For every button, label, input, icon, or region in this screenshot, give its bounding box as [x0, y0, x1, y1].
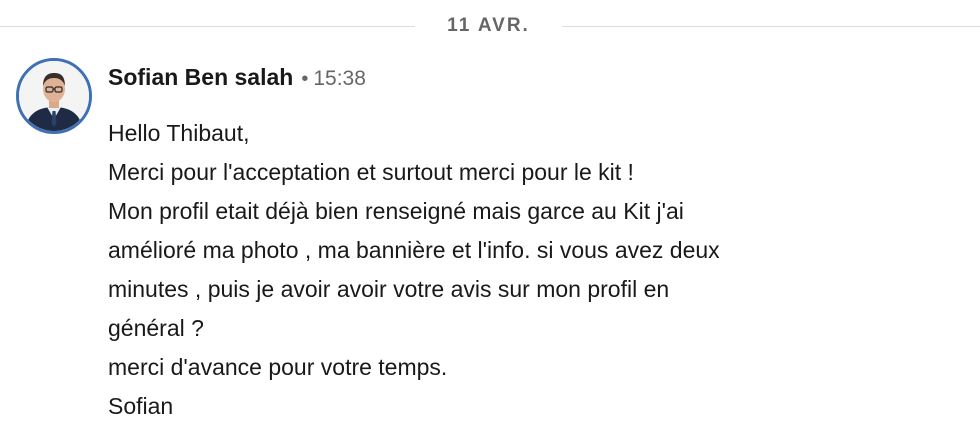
date-divider-line-right: [562, 26, 980, 27]
message-line: général ?: [108, 315, 204, 341]
date-divider: 11 AVR.: [0, 14, 980, 38]
sender-name[interactable]: Sofian Ben salah: [108, 64, 293, 90]
date-divider-label: 11 AVR.: [447, 15, 530, 36]
message-line: Sofian: [108, 393, 174, 419]
message-header: Sofian Ben salah • 15:38: [108, 62, 366, 96]
message-line: amélioré ma photo , ma bannière et l'inf…: [108, 237, 720, 263]
profile-photo-icon: [19, 61, 89, 131]
message-body: Hello Thibaut, Merci pour l'acceptation …: [108, 114, 948, 426]
message-line: Mon profil etait déjà bien renseigné mai…: [108, 198, 684, 224]
message-time: 15:38: [313, 67, 366, 90]
message-line: merci d'avance pour votre temps.: [108, 354, 448, 380]
header-separator: •: [301, 68, 309, 90]
message-line: minutes , puis je avoir avoir votre avis…: [108, 276, 670, 302]
sender-avatar[interactable]: [16, 58, 92, 134]
message-line: Merci pour l'acceptation et surtout merc…: [108, 159, 634, 185]
message-line: Hello Thibaut,: [108, 120, 250, 146]
date-divider-line-left: [0, 26, 415, 27]
